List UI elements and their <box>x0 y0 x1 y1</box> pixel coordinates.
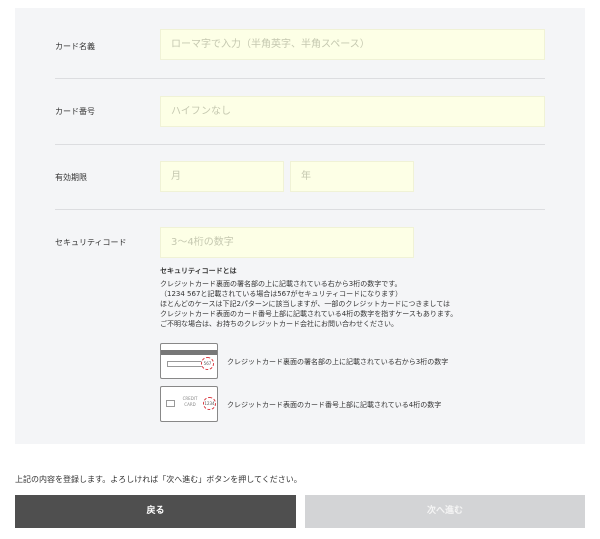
help-line: （1234 567と記載されている場合は567がセキュリティコードになります） <box>160 290 403 298</box>
help-line: ほとんどのケースは下記2パターンに該当しますが、一部のクレジットカードにつきまし… <box>160 300 451 308</box>
divider <box>55 144 545 145</box>
confirmation-notice: 上記の内容を登録します。よろしければ「次へ進む」ボタンを押してください。 <box>15 475 302 484</box>
security-code-label: セキュリティコード <box>55 238 127 247</box>
expiry-label: 有効期限 <box>55 173 87 182</box>
help-line: ご不明な場合は、お持ちのクレジットカード会社にお問い合わせください。 <box>160 320 398 328</box>
payment-form-panel: カード名義 ローマ字で入力（半角英字、半角スペース） カード番号 ハイフンなし … <box>15 8 585 444</box>
chip-icon <box>166 400 175 407</box>
help-title: セキュリティコードとは <box>160 267 237 275</box>
security-code-circle: 1234 <box>203 397 216 410</box>
magnetic-stripe <box>161 350 217 355</box>
help-line: クレジットカード表面のカード番号上部に記載されている4桁の数字を指すケースもあり… <box>160 310 458 318</box>
card-number-label: カード番号 <box>55 107 95 116</box>
help-line: クレジットカード裏面の署名部の上に記載されている右から3桁の数字です。 <box>160 280 402 288</box>
expiry-month-select[interactable]: 月 <box>160 161 284 192</box>
expiry-year-select[interactable]: 年 <box>290 161 414 192</box>
security-code-input[interactable]: 3〜4桁の数字 <box>160 227 414 258</box>
security-code-help: セキュリティコードとは クレジットカード裏面の署名部の上に記載されている右から3… <box>160 266 560 329</box>
card-name-input[interactable]: ローマ字で入力（半角英字、半角スペース） <box>160 29 545 60</box>
back-button[interactable]: 戻る <box>15 495 296 528</box>
security-code-circle: 567 <box>201 357 214 370</box>
card-back-description: クレジットカード裏面の署名部の上に記載されている右から3桁の数字 <box>227 358 449 366</box>
divider <box>55 78 545 79</box>
card-brand-text: CREDIT CARD <box>182 396 198 407</box>
next-button[interactable]: 次へ進む <box>305 495 585 528</box>
card-back-illustration: 567 <box>160 343 218 379</box>
card-name-label: カード名義 <box>55 42 95 51</box>
card-number-input[interactable]: ハイフンなし <box>160 96 545 127</box>
divider <box>55 209 545 210</box>
card-front-illustration: CREDIT CARD 1234 <box>160 386 218 422</box>
card-front-description: クレジットカード表面のカード番号上部に記載されている4桁の数字 <box>227 401 442 409</box>
